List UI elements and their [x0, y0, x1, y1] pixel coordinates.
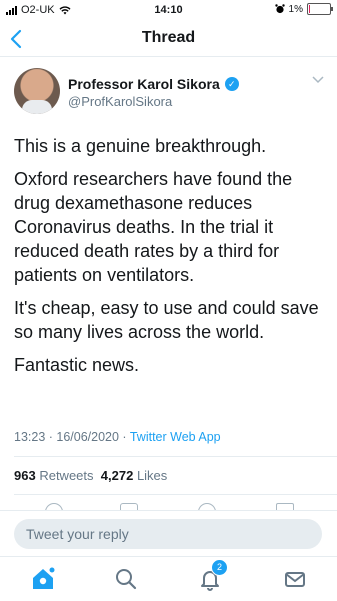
- search-icon[interactable]: [112, 565, 140, 593]
- tweet-header: Professor Karol Sikora ✓ @ProfKarolSikor…: [14, 66, 324, 116]
- reply-input[interactable]: [14, 519, 322, 549]
- like-icon[interactable]: [198, 503, 216, 510]
- author-handle[interactable]: @ProfKarolSikora: [68, 94, 172, 109]
- battery-percent: 1%: [288, 3, 303, 15]
- likes-count[interactable]: 4,272: [101, 468, 134, 483]
- author-row: Professor Karol Sikora ✓: [68, 76, 239, 92]
- notifications-tab[interactable]: 2: [196, 559, 228, 593]
- page-title: Thread: [141, 29, 196, 46]
- divider: [14, 494, 337, 495]
- nav-bar: Thread: [0, 22, 337, 57]
- verified-badge-icon: ✓: [224, 77, 239, 91]
- retweets-count[interactable]: 963: [14, 468, 36, 483]
- share-icon[interactable]: [276, 503, 294, 510]
- tweet-actions: [0, 500, 337, 510]
- tweet-timestamp: 13:23 · 16/06/2020 ·: [14, 430, 130, 444]
- home-icon[interactable]: [29, 565, 57, 593]
- battery-icon: [307, 3, 333, 15]
- retweet-icon[interactable]: [120, 503, 138, 510]
- tweet-stats: 963 Retweets 4,272 Likes: [14, 468, 167, 483]
- tweet-source-link[interactable]: Twitter Web App: [130, 430, 221, 444]
- mail-icon[interactable]: [281, 565, 309, 593]
- tweet-meta: 13:23 · 16/06/2020 · Twitter Web App: [14, 430, 221, 444]
- chevron-down-icon[interactable]: [312, 76, 324, 84]
- tweet-paragraph: This is a genuine breakthrough.: [14, 136, 267, 156]
- tab-bar: 2: [0, 556, 337, 601]
- tweet-paragraph: Fantastic news.: [14, 355, 140, 375]
- tweet-paragraph: Oxford researchers have found the drug d…: [14, 169, 293, 285]
- status-bar: O2-UK 14:10 1%: [0, 0, 337, 20]
- retweets-label[interactable]: Retweets: [39, 468, 93, 483]
- tweet-text: This is a genuine breakthrough. Oxford r…: [14, 134, 326, 386]
- reply-icon[interactable]: [45, 503, 63, 510]
- likes-label[interactable]: Likes: [137, 468, 167, 483]
- status-right: 1%: [274, 3, 333, 15]
- reply-bar: [0, 510, 337, 557]
- divider: [14, 456, 337, 457]
- tweet-paragraph: It's cheap, easy to use and could save s…: [14, 298, 319, 342]
- avatar[interactable]: [14, 68, 60, 114]
- author-name[interactable]: Professor Karol Sikora: [68, 76, 220, 92]
- alarm-icon: [274, 4, 285, 14]
- notification-badge: 2: [211, 559, 228, 576]
